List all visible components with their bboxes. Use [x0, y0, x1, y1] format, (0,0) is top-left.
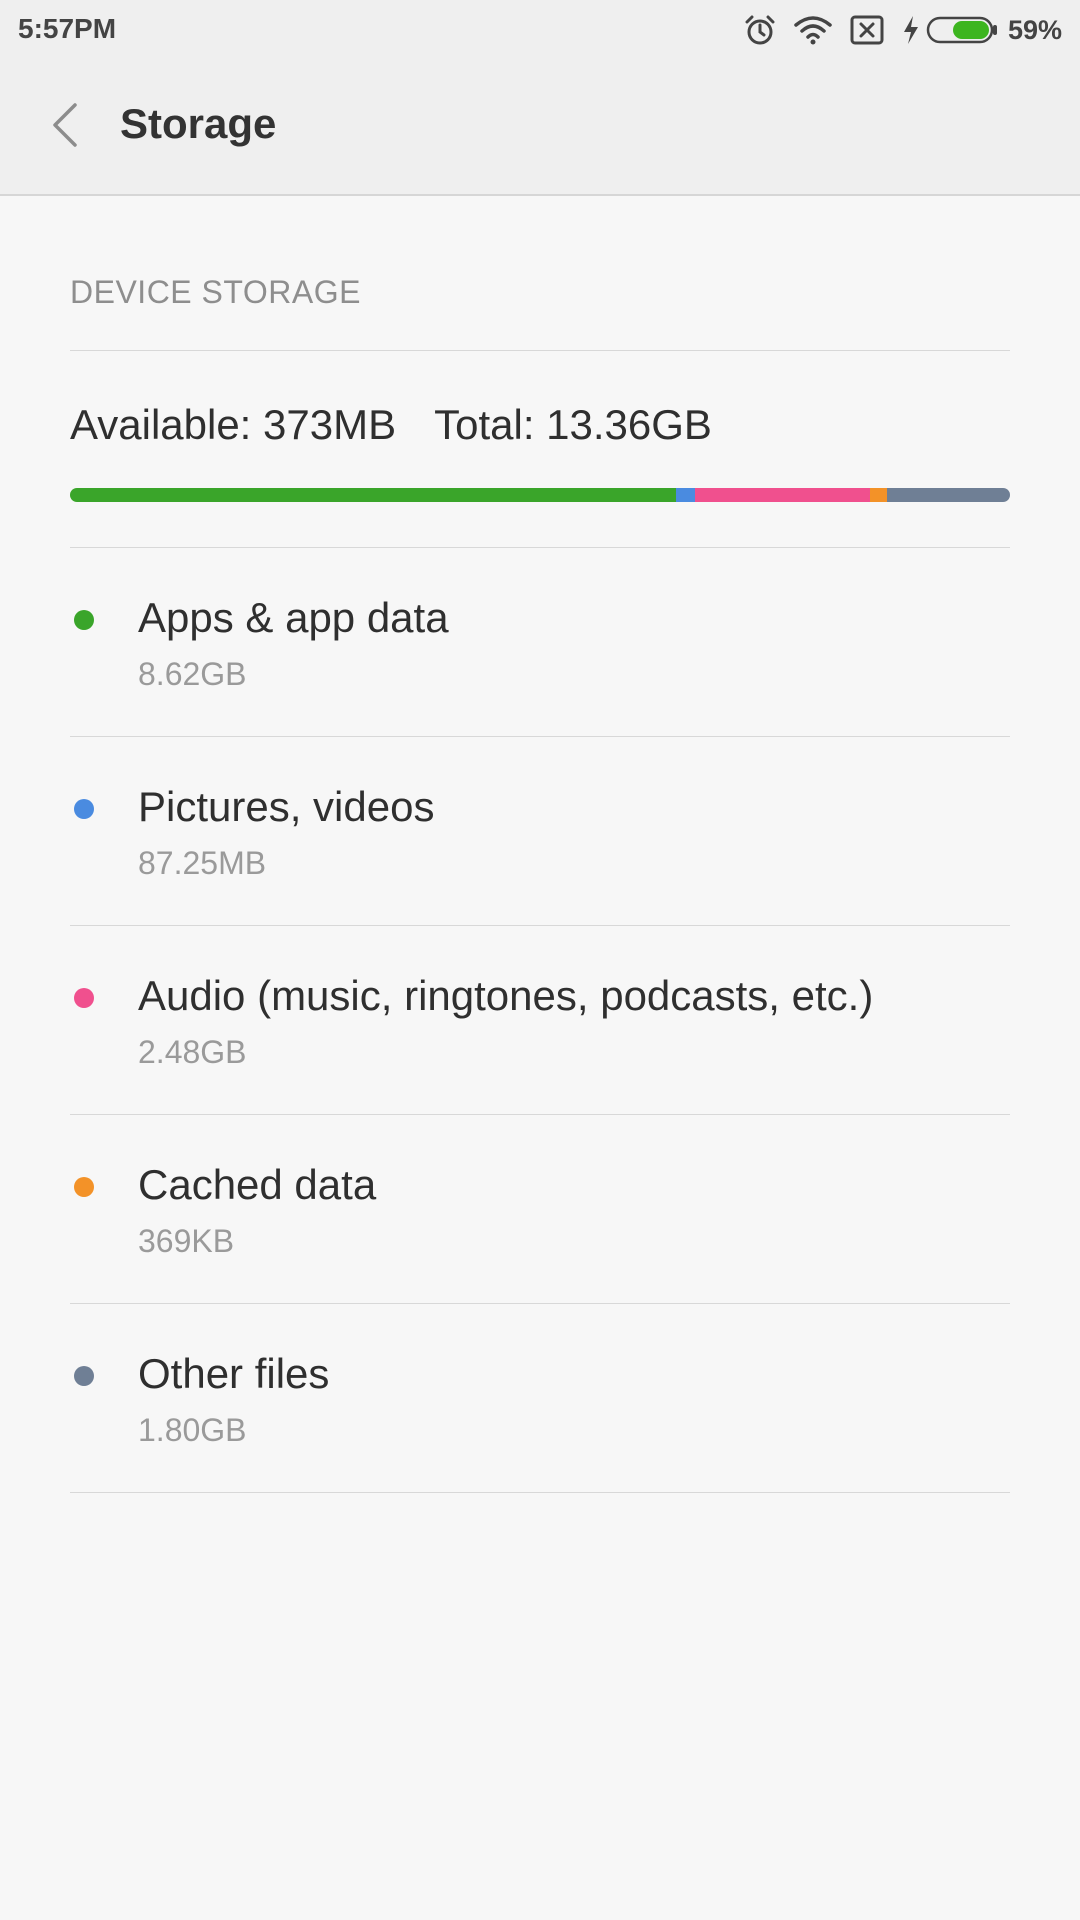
usage-bar-segment-0 — [70, 488, 677, 502]
battery-icon — [926, 15, 998, 45]
category-size: 2.48GB — [138, 1034, 247, 1070]
storage-category-other[interactable]: Other files 1.80GB — [70, 1304, 1010, 1493]
usage-bar-segment-4 — [886, 488, 1010, 502]
color-dot-icon — [74, 1177, 94, 1197]
storage-summary: Available: 373MB Total: 13.36GB — [70, 401, 1010, 451]
alarm-icon — [744, 14, 776, 46]
category-size: 369KB — [138, 1223, 235, 1259]
battery-percent: 59% — [1007, 14, 1062, 45]
total-storage: Total: 13.36GB — [434, 401, 712, 448]
status-time: 5:57PM — [18, 13, 117, 44]
color-dot-icon — [74, 988, 94, 1008]
category-label: Pictures, videos — [138, 783, 435, 830]
storage-category-cached[interactable]: Cached data 369KB — [70, 1115, 1010, 1304]
action-bar: Storage — [0, 60, 1080, 196]
usage-bar-segment-3 — [869, 488, 887, 502]
category-label: Cached data — [138, 1161, 377, 1208]
category-label: Apps & app data — [138, 594, 449, 641]
wifi-icon — [794, 15, 832, 45]
storage-category-audio[interactable]: Audio (music, ringtones, podcasts, etc.)… — [70, 926, 1010, 1115]
page-title: Storage — [120, 100, 277, 147]
chevron-left-icon — [53, 103, 77, 147]
status-bar: 5:57PM 59% — [0, 0, 1080, 60]
status-icons: 59% — [726, 10, 1062, 50]
storage-category-list: Apps & app data 8.62GB Pictures, videos … — [70, 548, 1010, 1493]
section-header-device-storage: DEVICE STORAGE — [70, 274, 361, 310]
no-sim-icon — [850, 15, 884, 45]
category-size: 87.25MB — [138, 845, 267, 881]
storage-category-pictures[interactable]: Pictures, videos 87.25MB — [70, 737, 1010, 926]
charging-icon — [902, 15, 920, 45]
color-dot-icon — [74, 1366, 94, 1386]
category-size: 8.62GB — [138, 656, 247, 692]
available-storage: Available: 373MB — [70, 401, 397, 448]
category-label: Other files — [138, 1350, 330, 1397]
category-size: 1.80GB — [138, 1412, 247, 1448]
usage-bar-segment-2 — [695, 488, 870, 502]
back-button[interactable] — [36, 90, 92, 160]
storage-usage-bar — [70, 488, 1010, 502]
storage-content: DEVICE STORAGE Available: 373MB Total: 13… — [70, 196, 1010, 1493]
color-dot-icon — [74, 610, 94, 630]
storage-category-apps[interactable]: Apps & app data 8.62GB — [70, 548, 1010, 737]
color-dot-icon — [74, 799, 94, 819]
category-label: Audio (music, ringtones, podcasts, etc.) — [138, 972, 874, 1019]
divider — [70, 350, 1010, 351]
usage-bar-segment-1 — [676, 488, 696, 502]
